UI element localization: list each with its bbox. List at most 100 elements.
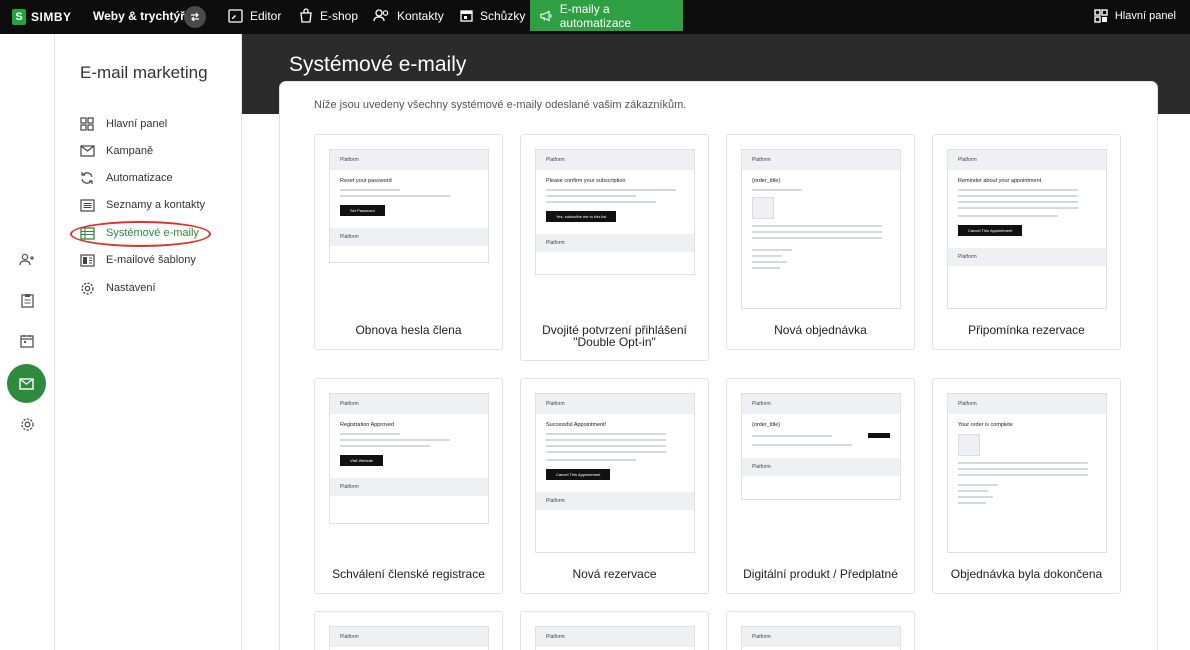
preview-button: Yes, subscribe me to this list [546, 211, 617, 222]
email-card-new-order[interactable]: Platform {order_title} Nová objednávka [726, 134, 915, 350]
nav-contacts-label: Kontakty [397, 8, 444, 23]
email-card-new-booking[interactable]: Platform Successful Appointment! Cancel … [520, 378, 709, 594]
preview-footer: Platform [330, 478, 488, 496]
rail-settings-button[interactable] [17, 414, 37, 434]
rail-contacts-button[interactable] [17, 250, 37, 270]
email-card-label: Nová objednávka [774, 323, 867, 337]
preview-footer: Platform [742, 458, 900, 476]
email-preview: Platform Successful Appointment! Cancel … [535, 393, 695, 553]
preview-brand: Platform [742, 150, 900, 170]
email-card-row3-1[interactable]: Platform [314, 611, 503, 650]
preview-footer: Platform [536, 492, 694, 510]
rail-orders-button[interactable] [17, 290, 37, 310]
system-emails-panel: Níže jsou uvedeny všechny systémové e-ma… [280, 82, 1157, 650]
preview-title: {order_title} [752, 422, 781, 428]
preview-title: Registration Approved [340, 422, 395, 428]
sidebar-item-label: Hlavní panel [106, 118, 168, 130]
preview-brand: Platform [330, 394, 488, 414]
email-card-registration-approval[interactable]: Platform Registration Approved Visit Web… [314, 378, 503, 594]
nav-emails-automation[interactable]: E-maily a automatizace [530, 0, 683, 31]
preview-title: Your order is complete [958, 422, 1013, 428]
gear-icon [80, 281, 94, 295]
preview-brand: Platform [742, 627, 900, 647]
email-card-label: Obnova hesla člena [355, 323, 462, 337]
annotation-circle [70, 221, 211, 247]
preview-brand: Platform [948, 150, 1106, 170]
email-preview: Platform {order_title} Platform [741, 393, 901, 500]
megaphone-icon [540, 10, 552, 21]
preview-footer: Platform [948, 248, 1106, 266]
site-name[interactable]: Weby & trychtýře [93, 9, 191, 23]
simby-logo[interactable]: S SIMBY [12, 8, 72, 26]
preview-footer: Platform [330, 228, 488, 246]
logo-mark: S [12, 9, 26, 25]
top-bar: S SIMBY Weby & trychtýře Editor E-shop K… [0, 0, 1190, 34]
refresh-icon [81, 172, 93, 184]
email-card-label: Dvojité potvrzení přihlášení "Double Opt… [542, 323, 687, 349]
preview-brand: Platform [536, 150, 694, 170]
email-card-row3-2[interactable]: Platform [520, 611, 709, 650]
preview-title: Reminder about your appointment [958, 178, 1042, 184]
nav-editor-label: Editor [250, 8, 282, 23]
preview-title: Reset your password [340, 178, 392, 184]
sidebar-item-email-templates[interactable]: E-mailové šablony [79, 250, 196, 270]
rail-email-button[interactable] [7, 364, 46, 403]
preview-button: Visit Website [340, 455, 383, 466]
preview-button: Cancel This Appointment [546, 469, 611, 480]
email-preview: Platform {order_title} [741, 149, 901, 309]
nav-meetings[interactable]: Schůzky [450, 0, 535, 31]
logo-text: SIMBY [31, 10, 72, 24]
email-card-digital-product[interactable]: Platform {order_title} Platform Digitáln… [726, 378, 915, 594]
sidebar-item-automation[interactable]: Automatizace [79, 168, 173, 188]
page-title: Systémové e-maily [289, 53, 467, 76]
email-preview: Platform Please confirm your subscriptio… [535, 149, 695, 275]
sidebar-item-label: Automatizace [106, 172, 173, 184]
preview-brand: Platform [330, 150, 488, 170]
clipboard-icon [20, 293, 34, 308]
sidebar-title: E-mail marketing [80, 63, 208, 82]
panel-description: Níže jsou uvedeny všechny systémové e-ma… [314, 99, 687, 111]
preview-title: Successful Appointment! [546, 422, 607, 428]
gear-icon [20, 417, 34, 431]
sidebar-item-label: Kampaně [106, 145, 154, 157]
dashboard-link[interactable]: Hlavní panel [1094, 0, 1176, 31]
calendar-icon [460, 10, 473, 22]
email-card-order-completed[interactable]: Platform Your order is complete Objednáv… [932, 378, 1121, 594]
email-card-double-opt-in[interactable]: Platform Please confirm your subscriptio… [520, 134, 709, 361]
rail-calendar-button[interactable] [17, 331, 37, 351]
switch-site-button[interactable] [184, 6, 206, 28]
nav-contacts[interactable]: Kontakty [363, 0, 454, 31]
preview-title: Please confirm your subscription [546, 178, 626, 184]
email-card-row3-3[interactable]: Platform [726, 611, 915, 650]
sidebar-item-settings[interactable]: Nastavení [79, 278, 156, 298]
sidebar-item-label: Nastavení [106, 282, 156, 294]
preview-button: Cancel This Appointment [958, 225, 1023, 236]
dashboard-label: Hlavní panel [1114, 9, 1176, 22]
sidebar-item-dashboard[interactable]: Hlavní panel [79, 114, 167, 134]
nav-eshop-label: E-shop [320, 8, 359, 23]
email-preview: Platform Registration Approved Visit Web… [329, 393, 489, 524]
sidebar-item-lists-contacts[interactable]: Seznamy a kontakty [79, 195, 205, 215]
users-icon [19, 253, 34, 266]
email-card-password-reset[interactable]: Platform Reset your password Set Passwor… [314, 134, 503, 350]
email-preview: Platform [329, 626, 489, 650]
sidebar-item-label: Seznamy a kontakty [106, 199, 206, 211]
nav-editor[interactable]: Editor [218, 0, 291, 31]
email-preview: Platform Reset your password Set Passwor… [329, 149, 489, 263]
email-card-label: Digitální produkt / Předplatné [743, 567, 898, 581]
preview-brand: Platform [330, 627, 488, 647]
preview-brand: Platform [948, 394, 1106, 414]
envelope-icon [19, 377, 34, 390]
preview-brand: Platform [742, 394, 900, 414]
preview-brand: Platform [536, 627, 694, 647]
email-card-booking-reminder[interactable]: Platform Reminder about your appointment… [932, 134, 1121, 350]
calendar-icon [20, 335, 34, 348]
preview-button: Set Password [340, 205, 385, 216]
sidebar-item-campaigns[interactable]: Kampaně [79, 141, 153, 161]
contacts-icon [373, 9, 389, 22]
email-card-label: Objednávka byla dokončena [950, 567, 1103, 581]
email-preview: Platform Reminder about your appointment… [947, 149, 1107, 309]
preview-brand: Platform [536, 394, 694, 414]
envelope-icon [79, 145, 95, 157]
nav-eshop[interactable]: E-shop [289, 0, 368, 31]
